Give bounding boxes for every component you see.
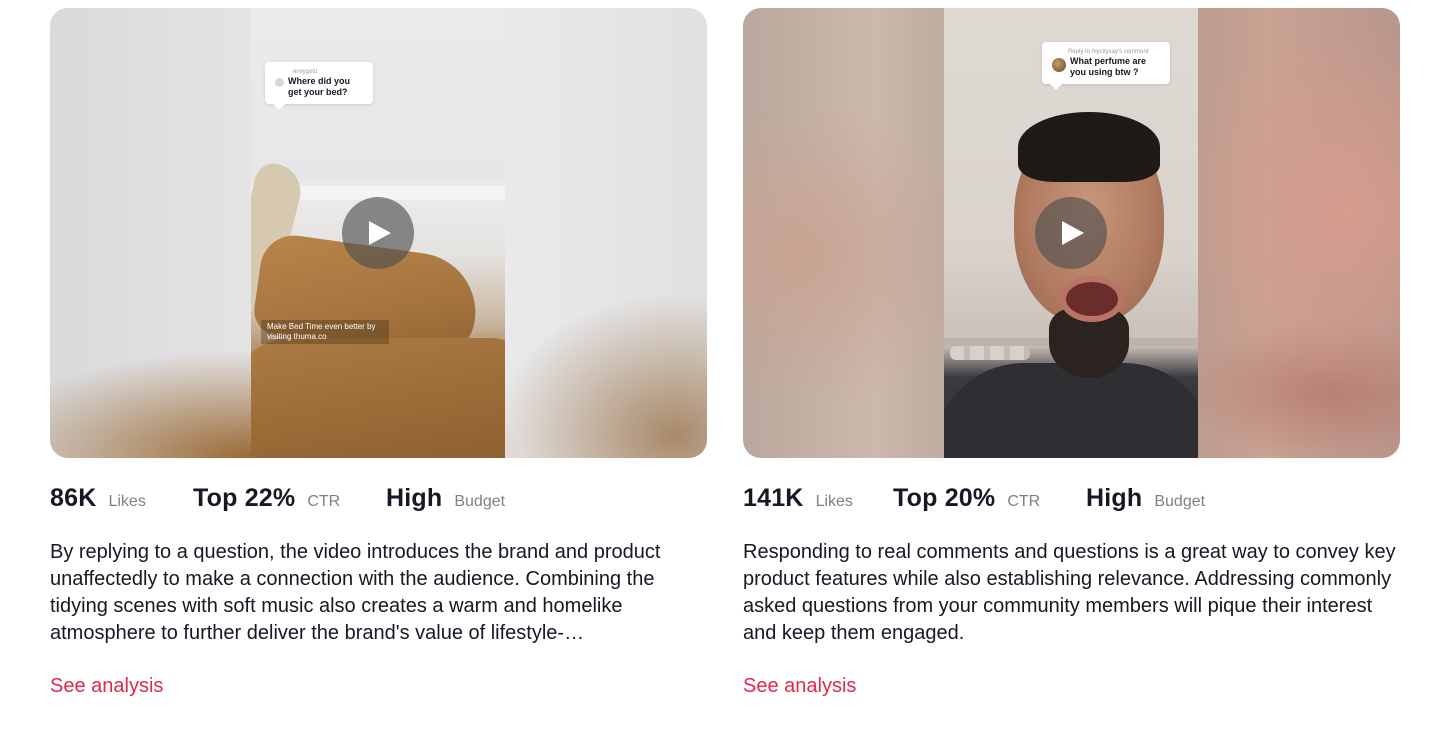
comment-text: Where did you get your bed? [288,76,351,97]
shoes-on-shelf [950,346,1030,360]
case-study-grid: envygold Where did you get your bed? Mak… [0,0,1444,732]
likes-label: Likes [108,493,146,510]
likes-stat: 86K Likes [50,484,193,513]
video-thumbnail[interactable]: envygold Where did you get your bed? Mak… [50,8,707,458]
see-analysis-link[interactable]: See analysis [50,675,163,698]
budget-stat: High Budget [1086,484,1205,513]
play-button[interactable] [1035,197,1107,269]
ctr-value: Top 20% [893,484,996,512]
budget-label: Budget [1154,493,1206,510]
comment-bubble: Reply to mycityxay's comment What perfum… [1042,42,1170,90]
likes-value: 86K [50,484,97,512]
play-button[interactable] [342,197,414,269]
case-study-card: Reply to mycityxay's comment What perfum… [743,8,1400,698]
comment-user: envygold [293,69,318,75]
duvet [251,338,505,458]
comment-text: What perfume are you using btw ? [1070,56,1147,77]
comment-bubble: envygold Where did you get your bed? [265,62,373,110]
commenter-avatar [1052,58,1066,72]
play-icon [369,221,391,245]
budget-stat: High Budget [386,484,505,513]
mouth [1060,276,1124,322]
card-description: Responding to real comments and question… [743,541,1396,644]
shirt [944,363,1198,458]
case-study-card: envygold Where did you get your bed? Mak… [50,8,707,698]
ctr-stat: Top 20% CTR [893,484,1086,513]
commenter-avatar [275,78,284,87]
ctr-label: CTR [307,493,341,510]
likes-value: 141K [743,484,804,512]
budget-label: Budget [454,493,506,510]
stats-row: 141K Likes Top 20% CTR High Budget [743,484,1400,518]
budget-value: High [386,484,443,512]
play-icon [1062,221,1084,245]
stats-row: 86K Likes Top 22% CTR High Budget [50,484,707,518]
likes-label: Likes [815,493,853,510]
likes-stat: 141K Likes [743,484,893,513]
hair [1018,112,1160,182]
video-caption: Make Bed Time even better by visiting th… [261,320,389,344]
budget-value: High [1086,484,1143,512]
ctr-label: CTR [1007,493,1041,510]
card-description: By replying to a question, the video int… [50,541,661,644]
see-analysis-link[interactable]: See analysis [743,675,856,698]
comment-user: Reply to mycityxay's comment [1068,49,1149,55]
ctr-value: Top 22% [193,484,296,512]
ctr-stat: Top 22% CTR [193,484,386,513]
video-thumbnail[interactable]: Reply to mycityxay's comment What perfum… [743,8,1400,458]
